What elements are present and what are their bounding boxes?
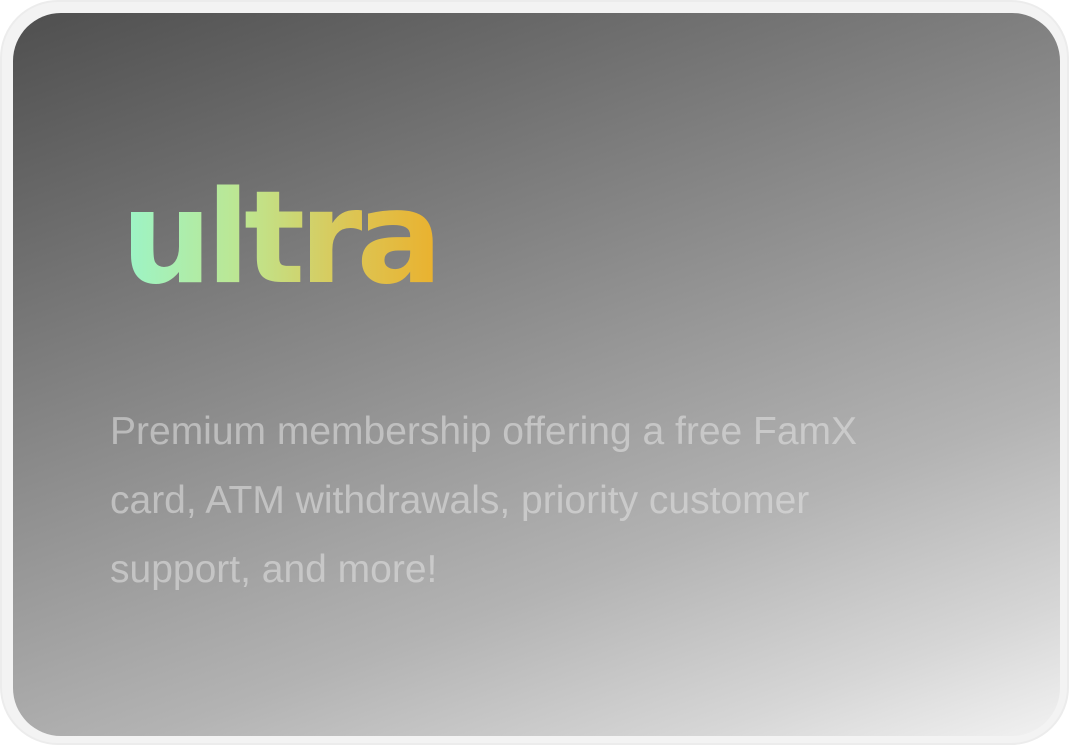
membership-card-frame: ultra Premium membership offering a free… (0, 0, 1069, 745)
card-description: Premium membership offering a free FamX … (110, 410, 858, 591)
ultra-membership-card[interactable]: ultra Premium membership offering a free… (13, 13, 1060, 736)
ultra-logo: ultra (121, 164, 443, 313)
